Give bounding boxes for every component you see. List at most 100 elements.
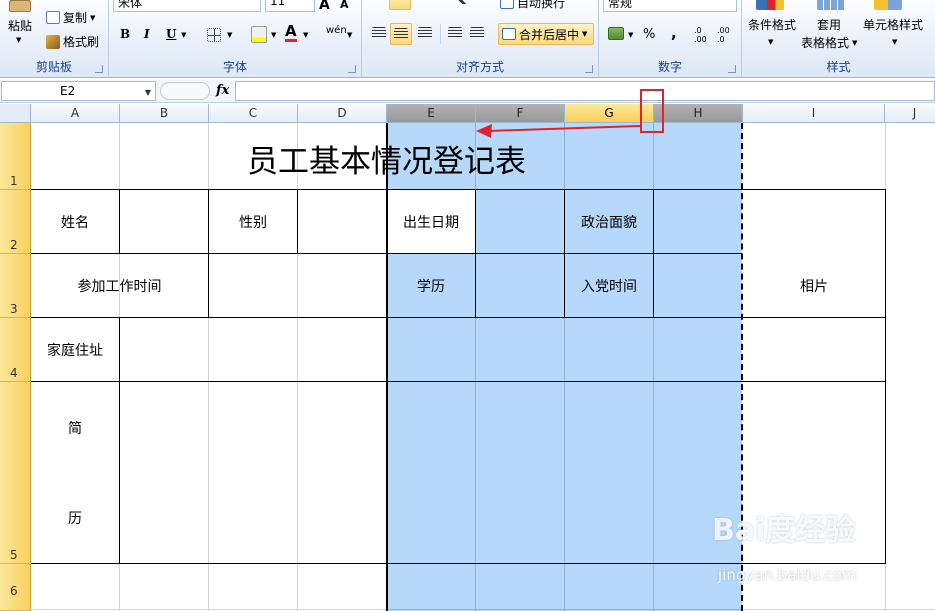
table-format-dropdown-icon: ▼: [852, 38, 858, 47]
alignment-group: 自动换行 合并后居中 ▼ 对齐方式: [362, 0, 599, 78]
column-header-h[interactable]: H: [654, 104, 743, 123]
wrap-text-label: 自动换行: [517, 0, 566, 10]
copy-label: 复制: [63, 11, 88, 25]
row-number: 5: [10, 548, 18, 562]
column-header-b[interactable]: B: [120, 104, 209, 123]
formula-bar-splitter[interactable]: [160, 82, 210, 100]
watermark-url: jingyan.baidu.com: [718, 566, 857, 584]
percent-button[interactable]: %: [643, 27, 655, 42]
font-launcher-icon[interactable]: [348, 65, 356, 73]
row-header-1[interactable]: 1: [0, 123, 31, 190]
comma-button[interactable]: ,: [671, 24, 677, 42]
underline-dropdown-icon[interactable]: ▼: [181, 31, 186, 39]
border-dropdown-icon[interactable]: ▼: [227, 31, 232, 39]
decrease-indent-icon[interactable]: [448, 27, 462, 39]
format-painter-button[interactable]: 格式刷: [46, 33, 99, 50]
column-header-j[interactable]: J: [885, 104, 935, 123]
cell-a5-bottom[interactable]: 历: [31, 503, 119, 533]
number-launcher-icon[interactable]: [728, 65, 736, 73]
wrap-text-icon: [500, 0, 514, 9]
conditional-format-button[interactable]: 条件格式: [748, 16, 796, 33]
select-all-corner[interactable]: [0, 104, 31, 123]
alignment-group-label: 对齐方式: [455, 60, 504, 74]
styles-group: 条件格式 ▼ 套用 表格格式 ▼ 单元格样式 ▼ 样式: [742, 0, 935, 78]
gender-label: 性别: [239, 214, 267, 231]
currency-icon[interactable]: [608, 27, 624, 40]
work-start-label: 参加工作时间: [77, 278, 162, 295]
orientation-icon[interactable]: [452, 0, 468, 4]
row-header-5[interactable]: 5: [0, 382, 31, 564]
font-size-combo[interactable]: 11: [265, 0, 315, 12]
copy-icon: [46, 11, 60, 24]
align-middle-button[interactable]: [389, 0, 411, 10]
phonetic-dropdown-icon[interactable]: ▼: [347, 31, 352, 39]
styles-group-label: 样式: [826, 60, 851, 74]
grow-font-icon[interactable]: A: [319, 0, 330, 13]
table-format-button[interactable]: 表格格式 ▼: [801, 34, 857, 51]
fill-color-icon[interactable]: [251, 26, 267, 43]
row-header-2[interactable]: 2: [0, 190, 31, 254]
increase-indent-icon[interactable]: [470, 27, 484, 39]
name-box-dropdown-icon[interactable]: ▼: [145, 88, 151, 97]
cell-a4[interactable]: 家庭住址: [31, 318, 119, 381]
align-center-icon: [394, 28, 408, 40]
border-icon[interactable]: [207, 28, 221, 42]
align-right-icon[interactable]: [418, 27, 432, 39]
photo-label: 相片: [800, 278, 828, 295]
cell-a5-top[interactable]: 简: [31, 413, 119, 443]
align-left-icon[interactable]: [372, 27, 386, 39]
shrink-font-icon[interactable]: A: [340, 0, 349, 11]
copy-button[interactable]: 复制 ▼: [46, 9, 95, 26]
insert-function-icon[interactable]: fx: [216, 83, 229, 98]
name-box[interactable]: E2 ▼: [1, 81, 156, 101]
table-format-label-1: 套用: [817, 18, 842, 32]
cell-a3[interactable]: 参加工作时间: [31, 254, 208, 317]
format-painter-label: 格式刷: [63, 35, 100, 49]
formula-input[interactable]: [235, 81, 935, 101]
cell-a2[interactable]: 姓名: [31, 190, 119, 253]
merge-center-label: 合并后居中: [519, 27, 580, 42]
font-color-dropdown-icon[interactable]: ▼: [303, 31, 308, 39]
cell-styles-button[interactable]: 单元格样式: [863, 16, 923, 33]
column-header-a[interactable]: A: [31, 104, 120, 123]
align-center-button[interactable]: [390, 23, 412, 45]
column-header-e[interactable]: E: [387, 104, 476, 123]
italic-button[interactable]: I: [144, 27, 150, 41]
bold-button[interactable]: B: [120, 27, 130, 41]
name-box-value: E2: [60, 84, 76, 98]
underline-button[interactable]: U: [166, 27, 176, 41]
paste-dropdown-icon[interactable]: ▼: [16, 36, 21, 44]
row-header-6[interactable]: 6: [0, 564, 31, 611]
paste-button[interactable]: 粘贴: [8, 17, 32, 34]
font-color-icon[interactable]: A: [285, 24, 297, 42]
number-group-label: 数字: [657, 60, 682, 74]
merge-center-button[interactable]: 合并后居中 ▼: [498, 23, 594, 45]
cell-i2[interactable]: 相片: [743, 254, 885, 317]
cell-styles-dropdown-icon[interactable]: ▼: [892, 38, 897, 46]
wrap-text-button[interactable]: 自动换行: [500, 0, 565, 11]
alignment-launcher-icon[interactable]: [585, 65, 593, 73]
clipboard-launcher-icon[interactable]: [95, 65, 103, 73]
table-format-label-2: 表格格式: [801, 36, 850, 50]
clipboard-group: 粘贴 ▼ 复制 ▼ 格式刷 剪贴板: [0, 0, 109, 78]
formula-bar: E2 ▼ fx: [0, 80, 935, 103]
column-header-i[interactable]: I: [743, 104, 885, 123]
increase-decimal-button[interactable]: .0 .00: [694, 26, 714, 44]
decrease-decimal-button[interactable]: .00 .0: [717, 26, 739, 44]
row-header-4[interactable]: 4: [0, 318, 31, 382]
fill-dropdown-icon[interactable]: ▼: [271, 31, 276, 39]
conditional-dropdown-icon[interactable]: ▼: [768, 38, 773, 46]
number-format-combo[interactable]: 常规: [603, 0, 737, 12]
phonetic-icon[interactable]: wén: [326, 25, 347, 36]
font-name-combo[interactable]: 宋体: [113, 0, 261, 12]
column-header-f[interactable]: F: [476, 104, 565, 123]
column-header-c[interactable]: C: [209, 104, 298, 123]
row-number: 6: [10, 584, 18, 598]
table-format-icon: [817, 0, 845, 10]
cell-c2[interactable]: 性别: [209, 190, 297, 253]
column-header-d[interactable]: D: [298, 104, 387, 123]
name-label: 姓名: [61, 214, 89, 231]
row-header-3[interactable]: 3: [0, 254, 31, 318]
currency-dropdown-icon[interactable]: ▼: [628, 31, 633, 39]
copy-dropdown-icon: ▼: [90, 13, 96, 22]
